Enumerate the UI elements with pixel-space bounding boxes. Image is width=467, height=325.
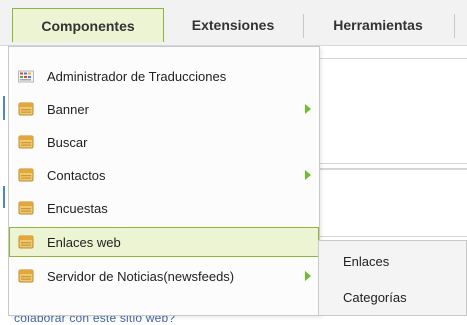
menu-componentes[interactable]: Componentes xyxy=(12,8,164,42)
dropdown-item-encuestas[interactable]: Encuestas xyxy=(9,193,319,223)
submenu-item-label: Enlaces xyxy=(343,253,390,269)
dropdown-item-enlaces-web[interactable]: Enlaces web xyxy=(9,227,319,257)
menu-extensiones[interactable]: Extensiones xyxy=(164,8,302,42)
submenu-arrow-icon xyxy=(305,104,311,114)
component-box-icon xyxy=(18,134,34,150)
dropdown-item-administrador-traducciones[interactable]: Administrador de Traducciones xyxy=(9,61,319,91)
dropdown-item-contactos[interactable]: Contactos xyxy=(9,160,319,190)
dropdown-item-label: Servidor de Noticias(newsfeeds) xyxy=(47,268,235,284)
page-accent-bar xyxy=(3,186,5,208)
dropdown-item-label: Banner xyxy=(47,101,89,117)
component-box-icon xyxy=(18,200,34,216)
translation-manager-icon xyxy=(18,68,34,84)
dropdown-item-servidor-noticias[interactable]: Servidor de Noticias(newsfeeds) xyxy=(9,261,319,291)
page-panel xyxy=(320,58,467,164)
page-accent-bar xyxy=(3,96,5,120)
menubar-divider xyxy=(454,14,455,38)
component-box-icon xyxy=(18,101,34,117)
submenu-arrow-icon xyxy=(305,170,311,180)
menu-extensiones-label: Extensiones xyxy=(191,17,275,33)
dropdown-item-label: Buscar xyxy=(47,134,88,150)
dropdown-item-label: Encuestas xyxy=(47,200,108,216)
dropdown-item-label: Administrador de Traducciones xyxy=(47,68,227,84)
menu-herramientas-label: Herramientas xyxy=(333,17,423,33)
componentes-dropdown: Administrador de Traducciones Banner Bus… xyxy=(8,46,320,316)
top-menubar: Componentes Extensiones Herramientas xyxy=(0,0,467,46)
submenu-item-label: Categorías xyxy=(343,289,407,305)
enlaces-web-submenu: Enlaces Categorías xyxy=(318,240,467,316)
submenu-item-enlaces[interactable]: Enlaces xyxy=(319,243,466,279)
submenu-arrow-icon xyxy=(305,271,311,281)
menu-componentes-label: Componentes xyxy=(41,17,135,34)
submenu-item-categorias[interactable]: Categorías xyxy=(319,279,466,315)
dropdown-item-label: Contactos xyxy=(47,167,106,183)
dropdown-item-buscar[interactable]: Buscar xyxy=(9,127,319,157)
dropdown-item-banner[interactable]: Banner xyxy=(9,94,319,124)
page-panel xyxy=(320,168,467,237)
dropdown-item-label: Enlaces web xyxy=(47,234,121,250)
component-box-icon xyxy=(18,234,34,250)
component-box-icon xyxy=(18,167,34,183)
menu-herramientas[interactable]: Herramientas xyxy=(304,8,452,42)
component-box-icon xyxy=(18,268,34,284)
